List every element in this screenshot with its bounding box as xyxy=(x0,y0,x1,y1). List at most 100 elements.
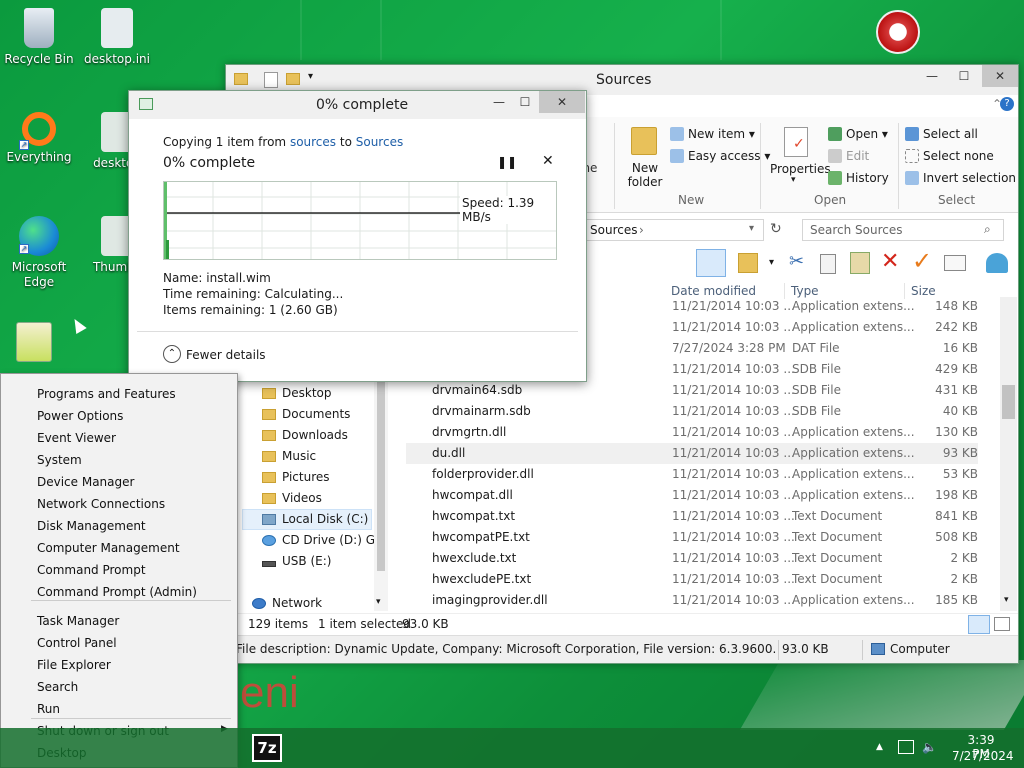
menu-item[interactable]: System xyxy=(37,453,82,467)
menu-item[interactable]: Event Viewer xyxy=(37,431,116,445)
preview-pane-icon[interactable] xyxy=(696,249,726,277)
file-row[interactable]: drvmain64.sdb 11/21/2014 10:03 ... SDB Fil… xyxy=(406,380,978,401)
menu-item[interactable]: Computer Management xyxy=(37,541,180,555)
delete-icon[interactable]: ✕ xyxy=(881,249,899,274)
nav-item-music[interactable]: Music xyxy=(262,449,316,463)
menu-item[interactable]: Programs and Features xyxy=(37,387,176,401)
network-tray-icon[interactable] xyxy=(898,740,914,754)
dialog-maximize-button[interactable]: ☐ xyxy=(509,91,541,113)
nav-item-downloads[interactable]: Downloads xyxy=(262,428,348,442)
scroll-down-icon[interactable]: ▾ xyxy=(376,597,381,607)
large-icons-view-icon[interactable] xyxy=(994,617,1010,631)
properties-button[interactable]: Properties xyxy=(770,162,831,176)
nav-item-desktop[interactable]: Desktop xyxy=(262,386,332,400)
refresh-icon[interactable]: ↻ xyxy=(770,221,782,237)
menu-item[interactable]: Command Prompt xyxy=(37,563,146,577)
file-row[interactable]: hwcompat.dll 11/21/2014 10:03 ... Applicat… xyxy=(406,485,978,506)
properties-quick-icon[interactable] xyxy=(264,72,278,88)
details-view-icon[interactable] xyxy=(968,615,990,634)
address-dropdown-icon[interactable]: ▾ xyxy=(749,223,754,234)
desktop-icon-recycle-bin[interactable]: Recycle Bin xyxy=(3,8,75,67)
file-row[interactable]: hwexcludePE.txt 11/21/2014 10:03 ... Text … xyxy=(406,569,978,590)
file-row[interactable]: drvmgrtn.dll 11/21/2014 10:03 ... Applicat… xyxy=(406,422,978,443)
invert-selection-button[interactable]: Invert selection xyxy=(905,171,1016,185)
customize-toolbar-icon[interactable]: ▾ xyxy=(308,71,313,82)
file-scrollbar-thumb[interactable] xyxy=(1002,385,1015,419)
dism-app-icon[interactable] xyxy=(876,10,920,54)
minimize-button[interactable]: — xyxy=(916,65,948,87)
wallpaper-stripe xyxy=(380,0,382,60)
fewer-details-button[interactable]: Fewer details xyxy=(186,348,266,362)
edit-button[interactable]: Edit xyxy=(828,149,869,163)
file-row[interactable]: du.dll 11/21/2014 10:03 ... Application ex… xyxy=(406,443,978,464)
menu-item[interactable]: Control Panel xyxy=(37,636,117,650)
menu-item[interactable]: Power Options xyxy=(37,409,123,423)
paste-icon[interactable] xyxy=(850,252,870,274)
menu-item[interactable]: Search xyxy=(37,680,78,694)
nav-item-usb[interactable]: USB (E:) xyxy=(262,554,331,568)
file-row[interactable]: hwexclude.txt 11/21/2014 10:03 ... Text Do… xyxy=(406,548,978,569)
select-all-button[interactable]: Select all xyxy=(905,127,978,141)
desktop-icon-desktop-ini[interactable]: desktop.ini xyxy=(81,8,153,67)
menu-item[interactable]: Disk Management xyxy=(37,519,146,533)
menu-item[interactable]: Network Connections xyxy=(37,497,165,511)
nav-scrollbar[interactable]: ▾ xyxy=(374,381,388,611)
desktop-icon-everything[interactable]: ↗ Everything xyxy=(3,112,75,165)
easy-access-icon xyxy=(670,149,684,163)
file-list-scrollbar[interactable]: ▾ xyxy=(1000,297,1017,611)
new-folder-quick-icon[interactable] xyxy=(286,73,300,85)
share-icon[interactable] xyxy=(986,253,1008,273)
properties-dropdown-icon[interactable]: ▾ xyxy=(791,175,796,185)
move-to-dropdown-icon[interactable]: ▾ xyxy=(769,257,774,268)
history-button[interactable]: History xyxy=(828,171,889,185)
scroll-down-icon[interactable]: ▾ xyxy=(1004,595,1009,605)
notepad-app-icon[interactable] xyxy=(16,322,52,362)
menu-item[interactable]: Command Prompt (Admin) xyxy=(37,585,197,599)
file-row[interactable]: hwcompat.txt 11/21/2014 10:03 ... Text Doc… xyxy=(406,506,978,527)
taskbar: 7z ▲ 🔈 3:39 PM 7/27/2024 xyxy=(0,728,1024,768)
cancel-copy-button[interactable]: ✕ xyxy=(542,153,554,169)
7zip-taskbar-button[interactable]: 7z xyxy=(252,734,282,762)
new-folder-button[interactable]: New folder xyxy=(626,161,664,189)
copy-icon[interactable] xyxy=(820,254,836,274)
file-row[interactable]: drvmainarm.sdb 11/21/2014 10:03 ... SDB Fi… xyxy=(406,401,978,422)
file-row[interactable]: folderprovider.dll 11/21/2014 10:03 ... Ap… xyxy=(406,464,978,485)
move-to-icon[interactable] xyxy=(738,253,758,273)
rename-icon[interactable] xyxy=(944,255,966,271)
new-item-button[interactable]: New item ▾ xyxy=(670,127,755,141)
search-box[interactable]: Search Sources ⌕ xyxy=(802,219,1004,241)
file-row[interactable]: imagingprovider.dll 11/21/2014 10:03 ... A… xyxy=(406,590,978,611)
easy-access-button[interactable]: Easy access ▾ xyxy=(670,149,770,163)
dialog-close-button[interactable]: ✕ xyxy=(539,91,585,113)
nav-item-network[interactable]: Network xyxy=(252,596,322,610)
address-crumb[interactable]: Sources xyxy=(590,223,637,237)
select-none-button[interactable]: Select none xyxy=(905,149,994,163)
folder-icon xyxy=(234,73,248,85)
close-button[interactable]: ✕ xyxy=(982,65,1018,87)
cut-icon[interactable]: ✂ xyxy=(789,251,804,272)
clock-date[interactable]: 7/27/2024 xyxy=(952,749,1014,763)
pause-button[interactable]: ❚❚ xyxy=(497,155,517,169)
menu-item[interactable]: Run xyxy=(37,702,60,716)
fewer-details-icon[interactable]: ⌃ xyxy=(163,345,181,363)
nav-item-cd-drive[interactable]: CD Drive (D:) GSP xyxy=(262,533,374,547)
nav-scrollbar-thumb[interactable] xyxy=(377,381,385,571)
desktop-icon-microsoft-edge[interactable]: ↗ Microsoft Edge xyxy=(3,216,75,290)
file-row[interactable]: hwcompatPE.txt 11/21/2014 10:03 ... Text D… xyxy=(406,527,978,548)
source-folder-link[interactable]: sources xyxy=(290,135,336,149)
menu-item[interactable]: File Explorer xyxy=(37,658,111,672)
menu-item[interactable]: Task Manager xyxy=(37,614,119,628)
menu-item[interactable]: Device Manager xyxy=(37,475,134,489)
nav-item-pictures[interactable]: Pictures xyxy=(262,470,330,484)
volume-muted-icon[interactable]: 🔈 xyxy=(922,740,937,754)
maximize-button[interactable]: ☐ xyxy=(948,65,980,87)
nav-item-documents[interactable]: Documents xyxy=(262,407,350,421)
help-icon[interactable]: ? xyxy=(1000,97,1014,111)
destination-folder-link[interactable]: Sources xyxy=(356,135,403,149)
nav-item-videos[interactable]: Videos xyxy=(262,491,322,505)
nav-item-local-disk[interactable]: Local Disk (C:) xyxy=(262,512,368,526)
address-bar[interactable]: Sources › ▾ xyxy=(586,219,764,241)
show-hidden-icons-icon[interactable]: ▲ xyxy=(876,742,883,752)
rename-check-icon[interactable]: ✓ xyxy=(912,247,932,275)
open-button[interactable]: Open ▾ xyxy=(828,127,888,141)
